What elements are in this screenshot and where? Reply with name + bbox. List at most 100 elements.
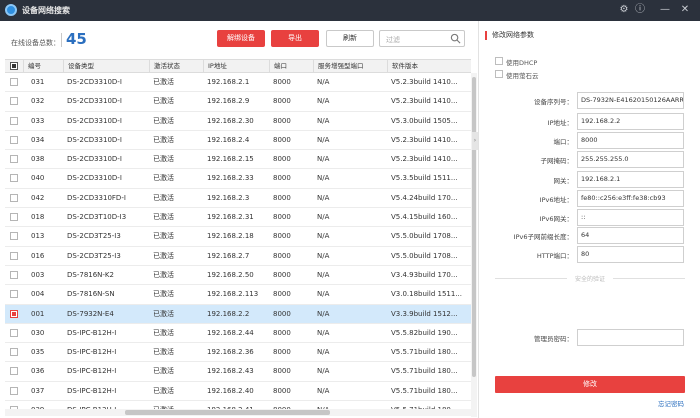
cell-ip: 192.168.2.40 bbox=[207, 386, 254, 395]
cell-version: V5.5.71build 180... bbox=[391, 386, 458, 395]
table-row[interactable]: 035 DS-IPC-B12H-I 已激活 192.168.2.36 8000 N/A V5… bbox=[5, 343, 471, 363]
vertical-scroll-thumb[interactable] bbox=[472, 77, 476, 377]
param-row: IPv6子网前缀长度： 64 bbox=[479, 227, 700, 244]
param-input[interactable]: :: bbox=[577, 209, 684, 226]
cell-enhanced: N/A bbox=[317, 155, 330, 164]
cell-type: DS-2CD3310D-I bbox=[67, 135, 122, 144]
cell-type: DS-IPC-B12H-I bbox=[67, 328, 117, 337]
row-checkbox[interactable] bbox=[10, 328, 18, 337]
vertical-scrollbar[interactable] bbox=[471, 73, 477, 417]
column-header-type[interactable]: 设备类型 bbox=[63, 60, 149, 74]
cell-type: DS-2CD3310D-I bbox=[67, 97, 122, 106]
table-row[interactable]: 003 DS-7816N-K2 已激活 192.168.2.50 8000 N/A V3.4… bbox=[5, 265, 471, 286]
row-checkbox[interactable] bbox=[10, 116, 18, 125]
row-checkbox[interactable] bbox=[10, 386, 18, 395]
table-row[interactable]: 001 DS-7932N-E4 已激活 192.168.2.2 8000 N/A V3.3.… bbox=[5, 304, 471, 324]
column-header-port[interactable]: 端口 bbox=[269, 60, 313, 74]
param-input[interactable]: 192.168.2.2 bbox=[577, 113, 684, 130]
info-icon[interactable]: ⓘ bbox=[633, 3, 647, 17]
minimize-icon[interactable]: — bbox=[658, 3, 672, 17]
param-input[interactable]: 64 bbox=[577, 227, 684, 244]
row-checkbox[interactable] bbox=[10, 155, 18, 164]
cell-ip: 192.168.2.7 bbox=[207, 251, 250, 260]
column-header-enhanced-port[interactable]: 服务增强型端口 bbox=[313, 60, 387, 74]
param-label: IPv6网关： bbox=[539, 215, 573, 223]
column-header-ip[interactable]: IP地址 bbox=[203, 60, 269, 74]
row-checkbox[interactable] bbox=[10, 270, 18, 279]
table-row[interactable]: 016 DS-2CD3T25-I3 已激活 192.168.2.7 8000 N/A V5.… bbox=[5, 246, 471, 266]
table-row[interactable]: 013 DS-2CD3T25-I3 已激活 192.168.2.18 8000 N/A V5… bbox=[5, 227, 471, 247]
cell-status: 已激活 bbox=[153, 251, 174, 260]
refresh-button[interactable]: 刷新 bbox=[326, 30, 374, 47]
cell-ip: 192.168.2.2 bbox=[207, 309, 250, 318]
row-checkbox[interactable] bbox=[10, 97, 18, 106]
param-input[interactable]: 80 bbox=[577, 246, 684, 263]
modify-button[interactable]: 修改 bbox=[495, 376, 685, 393]
column-header-status[interactable]: 激活状态 bbox=[149, 60, 203, 74]
use-dhcp-checkbox[interactable] bbox=[495, 57, 503, 65]
forgot-password-link[interactable]: 忘记密码 bbox=[658, 398, 684, 408]
unbind-device-button[interactable]: 解绑设备 bbox=[217, 30, 265, 47]
cell-version: V5.2.3build 1410... bbox=[391, 155, 458, 164]
column-header-version[interactable]: 软件版本 bbox=[387, 60, 471, 74]
table-row[interactable]: 034 DS-2CD3310D-I 已激活 192.168.2.4 8000 N/A V5.… bbox=[5, 130, 471, 151]
horizontal-scrollbar[interactable] bbox=[5, 409, 471, 416]
cell-version: V5.5.71build 180... bbox=[391, 348, 458, 357]
table-row[interactable]: 032 DS-2CD3310D-I 已激活 192.168.2.9 8000 N/A V5.… bbox=[5, 92, 471, 112]
param-row: 子网掩码： 255.255.255.0 bbox=[479, 151, 700, 168]
row-checkbox[interactable] bbox=[10, 193, 18, 202]
gear-icon[interactable]: ⚙ bbox=[617, 3, 631, 17]
table-row[interactable]: 030 DS-IPC-B12H-I 已激活 192.168.2.44 8000 N/A V5… bbox=[5, 323, 471, 344]
cell-version: V5.4.24build 170... bbox=[391, 193, 458, 202]
table-row[interactable]: 033 DS-2CD3310D-I 已激活 192.168.2.30 8000 N/A V5… bbox=[5, 111, 471, 131]
table-row[interactable]: 037 DS-IPC-B12H-I 已激活 192.168.2.40 8000 N/A V5… bbox=[5, 381, 471, 402]
table-row[interactable]: 042 DS-2CD3310FD-I 已激活 192.168.2.3 8000 N/A V5… bbox=[5, 188, 471, 209]
row-checkbox[interactable] bbox=[10, 290, 18, 299]
param-row: IP地址： 192.168.2.2 bbox=[479, 113, 700, 130]
password-input[interactable] bbox=[577, 329, 684, 346]
cell-id: 037 bbox=[31, 386, 45, 395]
use-cloud-checkbox[interactable] bbox=[495, 70, 503, 78]
row-checkbox[interactable] bbox=[10, 78, 18, 86]
row-checkbox[interactable] bbox=[10, 213, 18, 222]
app-logo-icon bbox=[5, 4, 17, 16]
cell-id: 033 bbox=[31, 116, 45, 125]
cell-id: 030 bbox=[31, 328, 45, 337]
param-input[interactable]: DS-7932N-E41620150126AARR506 bbox=[577, 92, 684, 109]
row-checkbox[interactable] bbox=[10, 367, 18, 376]
param-input[interactable]: 255.255.255.0 bbox=[577, 151, 684, 168]
param-input[interactable]: 192.168.2.1 bbox=[577, 171, 684, 188]
table-row[interactable]: 018 DS-2CD3T10D-I3 已激活 192.168.2.31 8000 N/A V… bbox=[5, 208, 471, 228]
table-row[interactable]: 038 DS-2CD3310D-I 已激活 192.168.2.15 8000 N/A V5… bbox=[5, 150, 471, 170]
cell-id: 016 bbox=[31, 251, 45, 260]
cell-id: 035 bbox=[31, 348, 45, 357]
cell-type: DS-2CD3310D-I bbox=[67, 78, 122, 86]
row-checkbox[interactable] bbox=[10, 348, 18, 357]
cell-id: 036 bbox=[31, 367, 45, 376]
search-icon[interactable] bbox=[450, 33, 461, 44]
cell-enhanced: N/A bbox=[317, 135, 330, 144]
table-row[interactable]: 040 DS-2CD3310D-I 已激活 192.168.2.33 8000 N/A V5… bbox=[5, 169, 471, 189]
table-row[interactable]: 004 DS-7816N-SN 已激活 192.168.2.113 8000 N/A V3.… bbox=[5, 285, 471, 305]
row-checkbox[interactable] bbox=[10, 135, 18, 144]
close-icon[interactable]: ✕ bbox=[678, 3, 692, 17]
select-all-checkbox[interactable] bbox=[10, 62, 18, 70]
cell-port: 8000 bbox=[273, 174, 291, 183]
cell-enhanced: N/A bbox=[317, 174, 330, 183]
row-checkbox[interactable] bbox=[10, 232, 18, 241]
row-checkbox[interactable] bbox=[10, 174, 18, 183]
row-checkbox[interactable] bbox=[10, 309, 18, 318]
online-count-value: 45 bbox=[66, 30, 87, 48]
export-button[interactable]: 导出 bbox=[271, 30, 319, 47]
cell-status: 已激活 bbox=[153, 174, 174, 183]
table-row[interactable]: 031 DS-2CD3310D-I 已激活 192.168.2.1 8000 N/A V5.… bbox=[5, 73, 471, 93]
param-input[interactable]: 8000 bbox=[577, 132, 684, 149]
window-title: 设备网络搜索 bbox=[22, 6, 70, 15]
horizontal-scroll-thumb[interactable] bbox=[125, 410, 330, 415]
table-row[interactable]: 036 DS-IPC-B12H-I 已激活 192.168.2.43 8000 N/A V5… bbox=[5, 362, 471, 382]
cell-type: DS-IPC-B12H-I bbox=[67, 386, 117, 395]
param-input[interactable]: fe80::c256:e3ff:fe38:cb93 bbox=[577, 190, 684, 207]
filter-input[interactable]: 过滤 bbox=[379, 30, 465, 47]
column-header-id[interactable]: 编号 bbox=[23, 60, 63, 74]
row-checkbox[interactable] bbox=[10, 251, 18, 260]
